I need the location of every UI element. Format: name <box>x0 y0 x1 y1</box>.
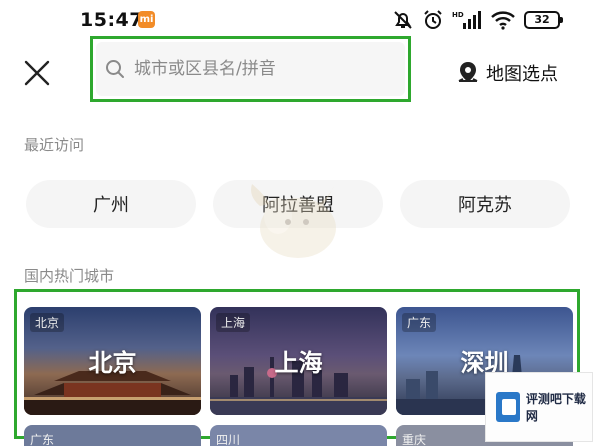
card-region-label: 四川 <box>216 433 241 446</box>
recent-city-chip[interactable]: 阿克苏 <box>400 180 570 228</box>
hot-city-card-beijing[interactable]: 北京 北京 <box>24 307 201 415</box>
card-city-name: 上海 <box>274 349 323 377</box>
svg-text:HD: HD <box>452 11 464 19</box>
card-region-label: 北京 <box>30 313 65 332</box>
card-region-label: 重庆 <box>402 433 427 446</box>
mute-bell-icon <box>394 11 412 29</box>
hot-section-title: 国内热门城市 <box>24 267 115 285</box>
hot-city-card-partial[interactable]: 四川 <box>210 425 387 446</box>
carrier-badge-icon: mi <box>138 11 155 28</box>
battery-icon: 32 <box>524 11 563 29</box>
recent-city-chip[interactable]: 广州 <box>26 180 196 228</box>
card-region-label: 广东 <box>402 313 437 332</box>
mascot-watermark-icon <box>251 184 336 258</box>
close-icon[interactable] <box>22 58 52 88</box>
watermark-text: 评测吧下载网 <box>525 392 586 423</box>
card-region-label: 上海 <box>216 313 251 332</box>
hot-city-card-partial[interactable]: 广东 <box>24 425 201 446</box>
status-time: 15:47 <box>80 9 143 31</box>
search-icon <box>106 60 124 78</box>
map-pick-label: 地图选点 <box>486 64 558 85</box>
card-region-label: 广东 <box>30 433 55 446</box>
card-city-name: 北京 <box>88 349 137 377</box>
map-pick-button[interactable]: 地图选点 <box>456 60 558 86</box>
search-box[interactable] <box>96 42 405 96</box>
site-logo-icon <box>496 392 520 422</box>
recent-section-title: 最近访问 <box>24 136 85 154</box>
status-icons: HD 32 <box>392 8 563 32</box>
map-pin-icon <box>458 62 478 82</box>
status-bar: 15:47 mi HD 32 <box>0 0 596 40</box>
hd-signal-icon: HD <box>452 11 481 29</box>
alarm-icon <box>424 10 442 29</box>
hot-city-card-shanghai[interactable]: 上海 上海 <box>210 307 387 415</box>
wifi-icon <box>491 11 515 30</box>
search-input[interactable] <box>134 59 394 79</box>
site-watermark: 评测吧下载网 <box>485 372 593 442</box>
